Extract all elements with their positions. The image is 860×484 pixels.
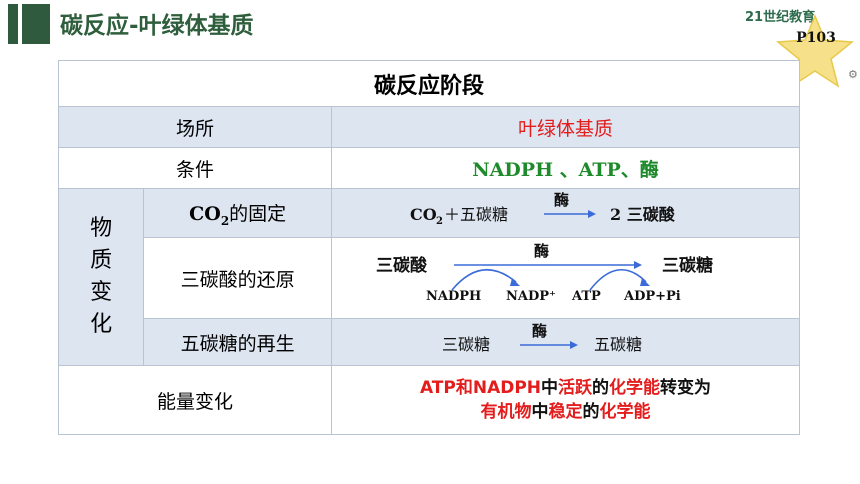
- atp-curve: [589, 268, 647, 291]
- slide-title: 碳反应-叶绿体基质: [60, 13, 254, 39]
- row-value-energy: ATP和NADPH中活跃的化学能转变为 有机物中稳定的化学能: [331, 365, 800, 435]
- regen-arrowhead: [570, 341, 578, 349]
- reduction-nadph: NADPH: [426, 289, 481, 304]
- reduction-left: 三碳酸: [376, 255, 428, 276]
- energy-line-2: 有机物中稳定的化学能: [480, 402, 651, 422]
- regen-enzyme: 酶: [532, 322, 547, 340]
- regen-right: 五碳糖: [594, 335, 642, 354]
- carbon-reaction-table: 碳反应阶段 场所 叶绿体基质 条件 NADPH 、ATP、酶 物质变化 CO2的…: [57, 60, 800, 435]
- reaction-reduction: 三碳酸 酶 三碳糖 NADPH NADP⁺ ATP ADP+Pi: [331, 237, 800, 319]
- fixation-left-co: CO: [410, 205, 437, 224]
- fixation-right: 2 三碳酸: [610, 205, 676, 224]
- reduction-adp: ADP+Pi: [623, 289, 681, 304]
- page-tag: P103: [796, 30, 836, 46]
- row-value-location: 叶绿体基质: [331, 106, 800, 148]
- header-accent-bar: [8, 4, 18, 44]
- energy-line-1: ATP和NADPH中活跃的化学能转变为: [419, 378, 712, 398]
- reduction-arrowhead: [634, 261, 642, 269]
- fixation-enzyme: 酶: [554, 191, 569, 209]
- atp-curve-arrowhead: [640, 278, 650, 286]
- reaction-fixation: CO 2 ＋五碳糖 酶 2 三碳酸: [331, 188, 800, 238]
- settings-icon[interactable]: ⚙: [848, 68, 858, 81]
- reaction-regeneration: 三碳糖 酶 五碳糖: [331, 318, 800, 366]
- row-value-condition: NADPH 、ATP、酶: [331, 147, 800, 189]
- reduction-atp: ATP: [571, 289, 601, 304]
- reduction-nadp: NADP⁺: [506, 289, 556, 304]
- material-change-label: 物质变化: [57, 188, 145, 366]
- nadph-curve: [451, 269, 517, 291]
- row-label-energy: 能量变化: [58, 365, 332, 435]
- sub-label-reduction: 三碳酸的还原: [143, 237, 332, 319]
- header-accent-block: [22, 4, 50, 44]
- fixation-left-rest: ＋五碳糖: [444, 205, 508, 224]
- sub-label-fixation: CO2的固定: [143, 188, 332, 238]
- fixation-arrowhead: [588, 210, 596, 218]
- sub-label-regeneration: 五碳糖的再生: [143, 318, 332, 366]
- table-heading: 碳反应阶段: [58, 60, 800, 107]
- row-label-condition: 条件: [58, 147, 332, 189]
- reduction-enzyme: 酶: [534, 242, 549, 260]
- regen-left: 三碳糖: [442, 335, 490, 354]
- row-label-location: 场所: [58, 106, 332, 148]
- reduction-right: 三碳糖: [662, 255, 713, 276]
- fixation-left-sub: 2: [436, 216, 443, 227]
- header-bar: 碳反应-叶绿体基质 21世纪教育: [0, 0, 860, 48]
